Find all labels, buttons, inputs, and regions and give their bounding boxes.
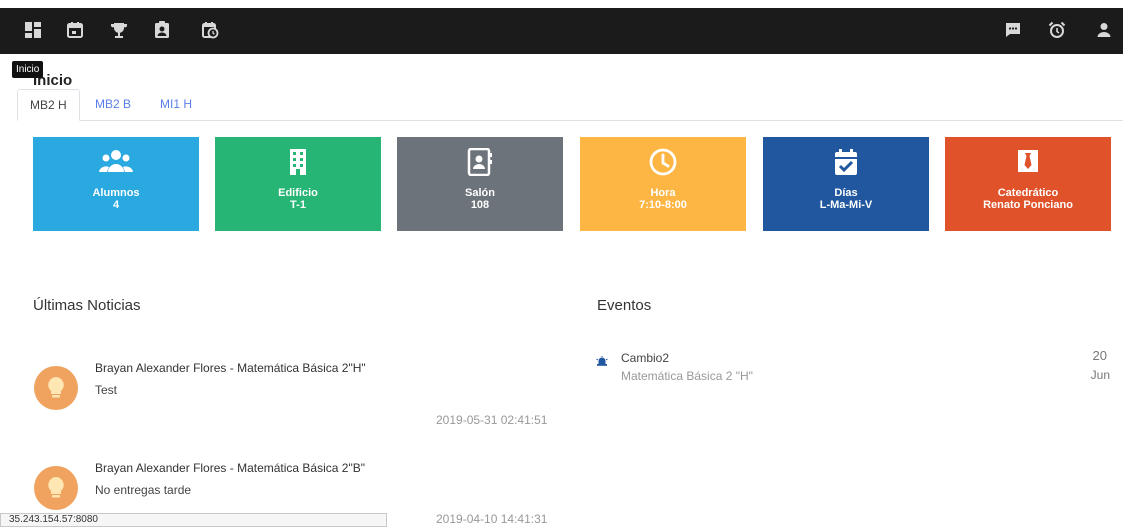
group-tabs: MB2 H MB2 B MI1 H (17, 89, 1123, 121)
event-day: 20 (1092, 348, 1107, 363)
news-section-title: Últimas Noticias (33, 297, 141, 314)
calendar-icon[interactable] (61, 16, 89, 44)
tab-mi1-h[interactable]: MI1 H (148, 89, 204, 121)
card-value: 7:10-8:00 (639, 199, 687, 211)
news-item-date: 2019-04-10 14:41:31 (436, 512, 548, 526)
events-section-title: Eventos (597, 297, 652, 314)
news-item-title: Brayan Alexander Flores - Matemática Bás… (95, 361, 366, 375)
news-item-title: Brayan Alexander Flores - Matemática Bás… (95, 461, 365, 475)
card-value: T-1 (290, 199, 306, 211)
news-item-body: No entregas tarde (95, 483, 192, 497)
news-item-body: Test (95, 383, 118, 397)
browser-status-url: 35.243.154.57:8080 (0, 513, 387, 527)
event-title: Cambio2 (621, 351, 670, 365)
tab-mb2-b[interactable]: MB2 B (83, 89, 143, 121)
card-label: Salón (465, 187, 495, 199)
card-salon[interactable]: Salón 108 (397, 137, 563, 231)
tooltip: Inicio (12, 61, 44, 78)
users-icon (98, 147, 134, 177)
dashboard-icon[interactable] (19, 16, 47, 44)
alarm-bell-icon (596, 355, 608, 367)
card-value: 4 (112, 199, 120, 211)
event-subtitle: Matemática Básica 2 "H" (621, 369, 753, 383)
chat-icon[interactable] (999, 16, 1027, 44)
top-navbar (0, 8, 1123, 54)
trophy-icon[interactable] (105, 16, 133, 44)
card-dias[interactable]: Días L-Ma-Mi-V (763, 137, 929, 231)
card-edificio[interactable]: Edificio T-1 (215, 137, 381, 231)
lightbulb-icon (34, 366, 78, 410)
schedule-icon[interactable] (196, 16, 224, 44)
card-label: Alumnos (92, 187, 140, 199)
building-icon (284, 147, 312, 177)
card-hora[interactable]: Hora 7:10-8:00 (580, 137, 746, 231)
card-label: Edificio (278, 187, 318, 199)
user-icon[interactable] (1090, 16, 1118, 44)
necktie-icon (1014, 147, 1042, 177)
lightbulb-icon (34, 466, 78, 510)
tab-mb2-h[interactable]: MB2 H (17, 89, 80, 121)
card-label: Catedrático (997, 187, 1059, 199)
clock-icon (649, 147, 677, 177)
card-value: 108 (470, 199, 490, 211)
card-alumnos[interactable]: Alumnos 4 (33, 137, 199, 231)
address-book-icon (466, 147, 494, 177)
news-item-date: 2019-05-31 02:41:51 (436, 413, 548, 427)
alarm-clock-icon[interactable] (1043, 16, 1071, 44)
card-value: L-Ma-Mi-V (819, 199, 873, 211)
event-month: Jun (1090, 368, 1110, 382)
card-value: Renato Ponciano (983, 199, 1073, 211)
card-catedratico[interactable]: Catedrático Renato Ponciano (945, 137, 1111, 231)
card-label: Hora (650, 187, 676, 199)
card-label: Días (834, 187, 858, 199)
contact-card-icon[interactable] (148, 16, 176, 44)
calendar-check-icon (832, 147, 860, 177)
